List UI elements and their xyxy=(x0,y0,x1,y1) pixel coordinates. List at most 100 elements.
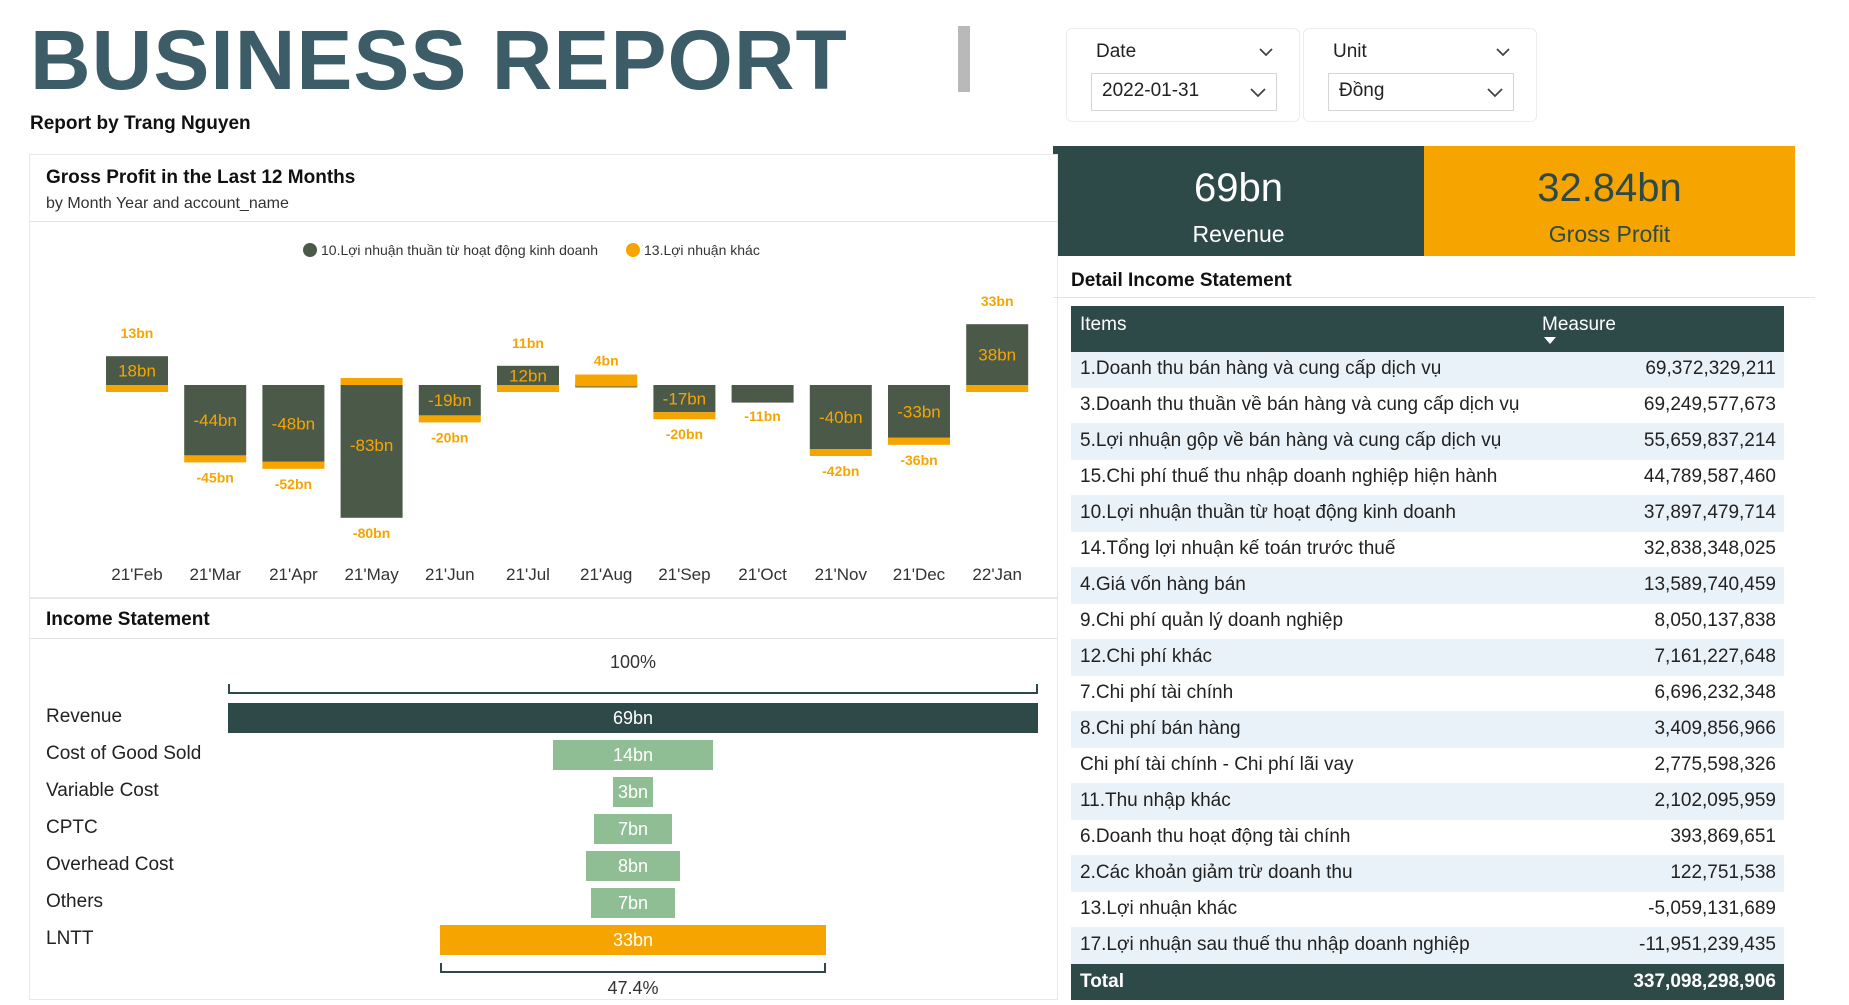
row-measure: 2,102,095,959 xyxy=(1654,790,1776,811)
date-dropdown[interactable]: 2022-01-31 xyxy=(1091,73,1277,111)
bar-series2-1 xyxy=(184,455,247,463)
chart-legend: 10.Lợi nhuận thuần từ hoạt động kinh doa… xyxy=(303,242,760,258)
data-label-series1-5: 12bn xyxy=(509,366,547,385)
gross-profit-panel: Gross Profit in the Last 12 Months by Mo… xyxy=(29,154,1058,598)
row-item: 14.Tổng lợi nhuận kế toán trước thuế xyxy=(1080,538,1396,559)
total-label: Total xyxy=(1080,971,1124,992)
data-label-series1-10: -33bn xyxy=(897,402,940,421)
row-measure: 32,838,348,025 xyxy=(1643,538,1776,559)
unit-dropdown[interactable]: Đồng xyxy=(1328,73,1514,111)
sort-descending-icon[interactable] xyxy=(1544,337,1556,344)
bar-series2-10 xyxy=(888,437,950,445)
row-measure: 122,751,538 xyxy=(1670,862,1776,883)
row-measure: 69,249,577,673 xyxy=(1643,394,1776,415)
table-row[interactable]: 8.Chi phí bán hàng 3,409,856,966 xyxy=(1071,712,1784,748)
x-tick-label-7: 21'Sep xyxy=(658,565,710,584)
data-label-series2-9: -42bn xyxy=(822,463,859,479)
x-tick-label-2: 21'Apr xyxy=(269,565,318,584)
row-item: 7.Chi phí tài chính xyxy=(1080,682,1234,703)
table-row[interactable]: 1.Doanh thu bán hàng và cung cấp dịch vụ… xyxy=(1071,352,1784,388)
row-measure: -11,951,239,435 xyxy=(1639,934,1776,955)
row-measure: 37,897,479,714 xyxy=(1643,502,1776,523)
data-label-series2-6: 4bn xyxy=(594,352,619,368)
table-row[interactable]: 12.Chi phí khác 7,161,227,648 xyxy=(1071,640,1784,676)
bar-series2-2 xyxy=(262,461,325,469)
data-label-series1-4: -19bn xyxy=(428,391,471,410)
data-label-series2-0: 13bn xyxy=(121,325,154,341)
detail-divider xyxy=(1053,297,1815,298)
table-row[interactable]: 6.Doanh thu hoạt động tài chính 393,869,6… xyxy=(1071,820,1784,856)
table-row[interactable]: 7.Chi phí tài chính 6,696,232,348 xyxy=(1071,676,1784,712)
row-item: 11.Thu nhập khác xyxy=(1080,790,1231,811)
table-row[interactable]: 10.Lợi nhuận thuần từ hoạt động kinh doa… xyxy=(1071,496,1784,532)
table-row[interactable]: 15.Chi phí thuế thu nhập doanh nghiệp hi… xyxy=(1071,460,1784,496)
chevron-down-icon[interactable] xyxy=(1257,43,1275,61)
row-measure: 55,659,837,214 xyxy=(1643,430,1776,451)
column-header-measure[interactable]: Measure xyxy=(1542,314,1616,336)
row-item: 12.Chi phí khác xyxy=(1080,646,1213,667)
chevron-down-icon xyxy=(1250,88,1266,98)
chevron-down-icon[interactable] xyxy=(1494,43,1512,61)
row-measure: 2,775,598,326 xyxy=(1654,754,1776,775)
row-item: 1.Doanh thu bán hàng và cung cấp dịch vụ xyxy=(1080,358,1442,379)
data-label-series2-4: -20bn xyxy=(431,429,468,445)
table-row[interactable]: 9.Chi phí quản lý doanh nghiệp 8,050,137,… xyxy=(1071,604,1784,640)
bar-series2-0 xyxy=(106,385,168,392)
row-item: 17.Lợi nhuận sau thuế thu nhập doanh ngh… xyxy=(1080,934,1470,955)
row-measure: 6,696,232,348 xyxy=(1654,682,1776,703)
income-statement-panel: Income Statement xyxy=(29,598,1058,1000)
table-row[interactable]: 5.Lợi nhuận gộp về bán hàng và cung cấp … xyxy=(1071,424,1784,460)
table-row[interactable]: 17.Lợi nhuận sau thuế thu nhập doanh ngh… xyxy=(1071,928,1784,964)
bar-series2-5 xyxy=(497,385,559,392)
report-author: Report by Trang Nguyen xyxy=(30,113,251,134)
bar-series2-11 xyxy=(966,385,1029,392)
row-measure: -5,059,131,689 xyxy=(1648,898,1776,919)
header-divider xyxy=(958,26,970,92)
table-header: Items Measure xyxy=(1071,306,1784,352)
legend-label-1: 10.Lợi nhuận thuần từ hoạt động kinh doa… xyxy=(321,242,598,258)
x-tick-label-5: 21'Jul xyxy=(506,565,550,584)
row-measure: 13,589,740,459 xyxy=(1643,574,1776,595)
revenue-value: 69bn xyxy=(1194,166,1283,210)
row-item: 13.Lợi nhuận khác xyxy=(1080,898,1238,919)
data-label-series2-10: -36bn xyxy=(900,452,937,468)
data-label-series1-7: -17bn xyxy=(663,390,706,409)
page-title: BUSINESS REPORT xyxy=(30,13,848,107)
income-statement-divider xyxy=(30,638,1057,639)
gross-profit-label: Gross Profit xyxy=(1548,221,1671,247)
row-item: 9.Chi phí quản lý doanh nghiệp xyxy=(1080,610,1344,631)
income-statement-title: Income Statement xyxy=(46,609,210,630)
legend-dot-1 xyxy=(303,243,317,257)
revenue-card: 69bn Revenue xyxy=(1053,146,1424,256)
bar-series2-4 xyxy=(418,415,481,423)
detail-title: Detail Income Statement xyxy=(1071,270,1292,291)
row-item: 10.Lợi nhuận thuần từ hoạt động kinh doa… xyxy=(1080,502,1456,523)
row-measure: 44,789,587,460 xyxy=(1643,466,1776,487)
table-row[interactable]: 3.Doanh thu thuần về bán hàng và cung cấ… xyxy=(1071,388,1784,424)
row-item: 15.Chi phí thuế thu nhập doanh nghiệp hi… xyxy=(1080,466,1498,487)
data-label-series2-5: 11bn xyxy=(512,335,544,351)
row-measure: 3,409,856,966 xyxy=(1654,718,1776,739)
row-item: 5.Lợi nhuận gộp về bán hàng và cung cấp … xyxy=(1080,430,1502,451)
data-label-series2-1: -45bn xyxy=(197,469,234,485)
x-tick-label-9: 21'Nov xyxy=(815,565,868,584)
revenue-label: Revenue xyxy=(1192,221,1285,247)
table-row[interactable]: Chi phí tài chính - Chi phí lãi vay 2,775… xyxy=(1071,748,1784,784)
data-label-series2-7: -20bn xyxy=(666,426,703,442)
table-row[interactable]: 13.Lợi nhuận khác -5,059,131,689 xyxy=(1071,892,1784,928)
row-measure: 393,869,651 xyxy=(1670,826,1776,847)
data-label-series2-11: 33bn xyxy=(981,293,1014,309)
row-measure: 8,050,137,838 xyxy=(1654,610,1776,631)
table-row[interactable]: 11.Thu nhập khác 2,102,095,959 xyxy=(1071,784,1784,820)
column-header-items[interactable]: Items xyxy=(1080,314,1126,336)
table-row[interactable]: 4.Giá vốn hàng bán 13,589,740,459 xyxy=(1071,568,1784,604)
data-label-series1-9: -40bn xyxy=(819,408,862,427)
legend-dot-2 xyxy=(626,243,640,257)
table-row[interactable]: 14.Tổng lợi nhuận kế toán trước thuế 32,8… xyxy=(1071,532,1784,568)
bar-series2-9 xyxy=(809,449,872,456)
chevron-down-icon xyxy=(1487,88,1503,98)
row-item: 6.Doanh thu hoạt động tài chính xyxy=(1080,826,1351,847)
table-row[interactable]: 2.Các khoản giảm trừ doanh thu 122,751,53… xyxy=(1071,856,1784,892)
bar-series1-8 xyxy=(731,385,794,403)
bar-series2-7 xyxy=(653,412,716,420)
